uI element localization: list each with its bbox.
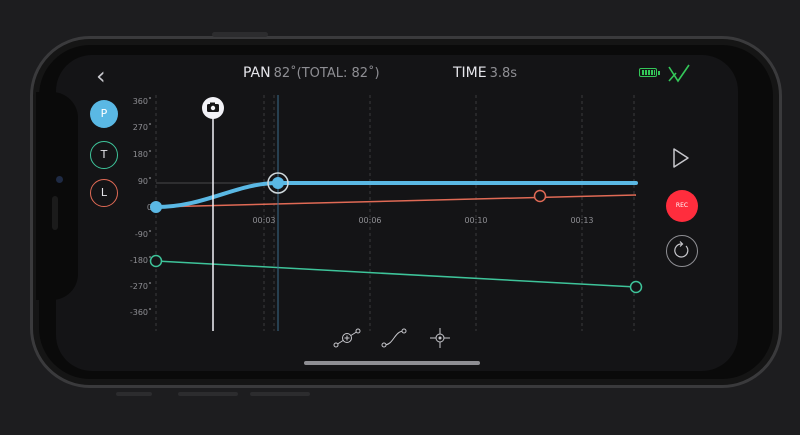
slide-track-line (155, 194, 637, 208)
add-keyframe-icon[interactable] (333, 328, 361, 348)
earpiece-speaker (52, 196, 58, 230)
x-tick-label: 00:03 (252, 216, 275, 225)
tilt-track-line (155, 260, 637, 288)
phone-volume-button (250, 392, 310, 396)
home-indicator[interactable] (304, 361, 480, 365)
y-tick-label: 180˚ (133, 149, 152, 159)
pan-keyframe[interactable] (272, 177, 284, 189)
phone-volume-button (116, 392, 152, 396)
y-tick-label: -180˚ (130, 255, 152, 265)
front-camera (56, 176, 63, 183)
x-tick-label: 00:13 (570, 216, 593, 225)
tilt-keyframe[interactable] (629, 280, 643, 294)
phone-side-button (212, 32, 268, 37)
loop-icon (674, 241, 689, 258)
crosshair-icon[interactable] (430, 328, 450, 348)
record-button[interactable]: REC (666, 190, 698, 222)
tilt-keyframe[interactable] (149, 254, 163, 268)
y-tick-label: 360˚ (133, 96, 152, 106)
loop-button[interactable] (666, 235, 698, 267)
curve-icon[interactable] (381, 328, 407, 348)
pan-keyframe[interactable] (150, 201, 162, 213)
y-tick-label: -270˚ (130, 281, 152, 291)
phone-volume-button (178, 392, 238, 396)
x-tick-label: 00:10 (464, 216, 487, 225)
camera-icon[interactable] (202, 97, 224, 119)
y-tick-label: 270˚ (133, 122, 152, 132)
pan-track-line (154, 181, 638, 209)
slide-keyframe[interactable] (533, 189, 547, 203)
keyframe-graph[interactable]: 360˚ 270˚ 180˚ 90˚ 0 -90˚ -180˚ -270˚ -3… (56, 55, 738, 371)
app-screen: ‹ PAN 82˚(TOTAL: 82˚) TIME 3.8s P T L 360˚… (56, 55, 738, 371)
y-tick-label: -90˚ (135, 229, 152, 239)
play-icon[interactable] (672, 147, 690, 169)
x-tick-label: 00:06 (358, 216, 381, 225)
record-label: REC (675, 202, 689, 209)
y-tick-label: -360˚ (130, 307, 152, 317)
y-tick-label: 90˚ (138, 176, 152, 186)
